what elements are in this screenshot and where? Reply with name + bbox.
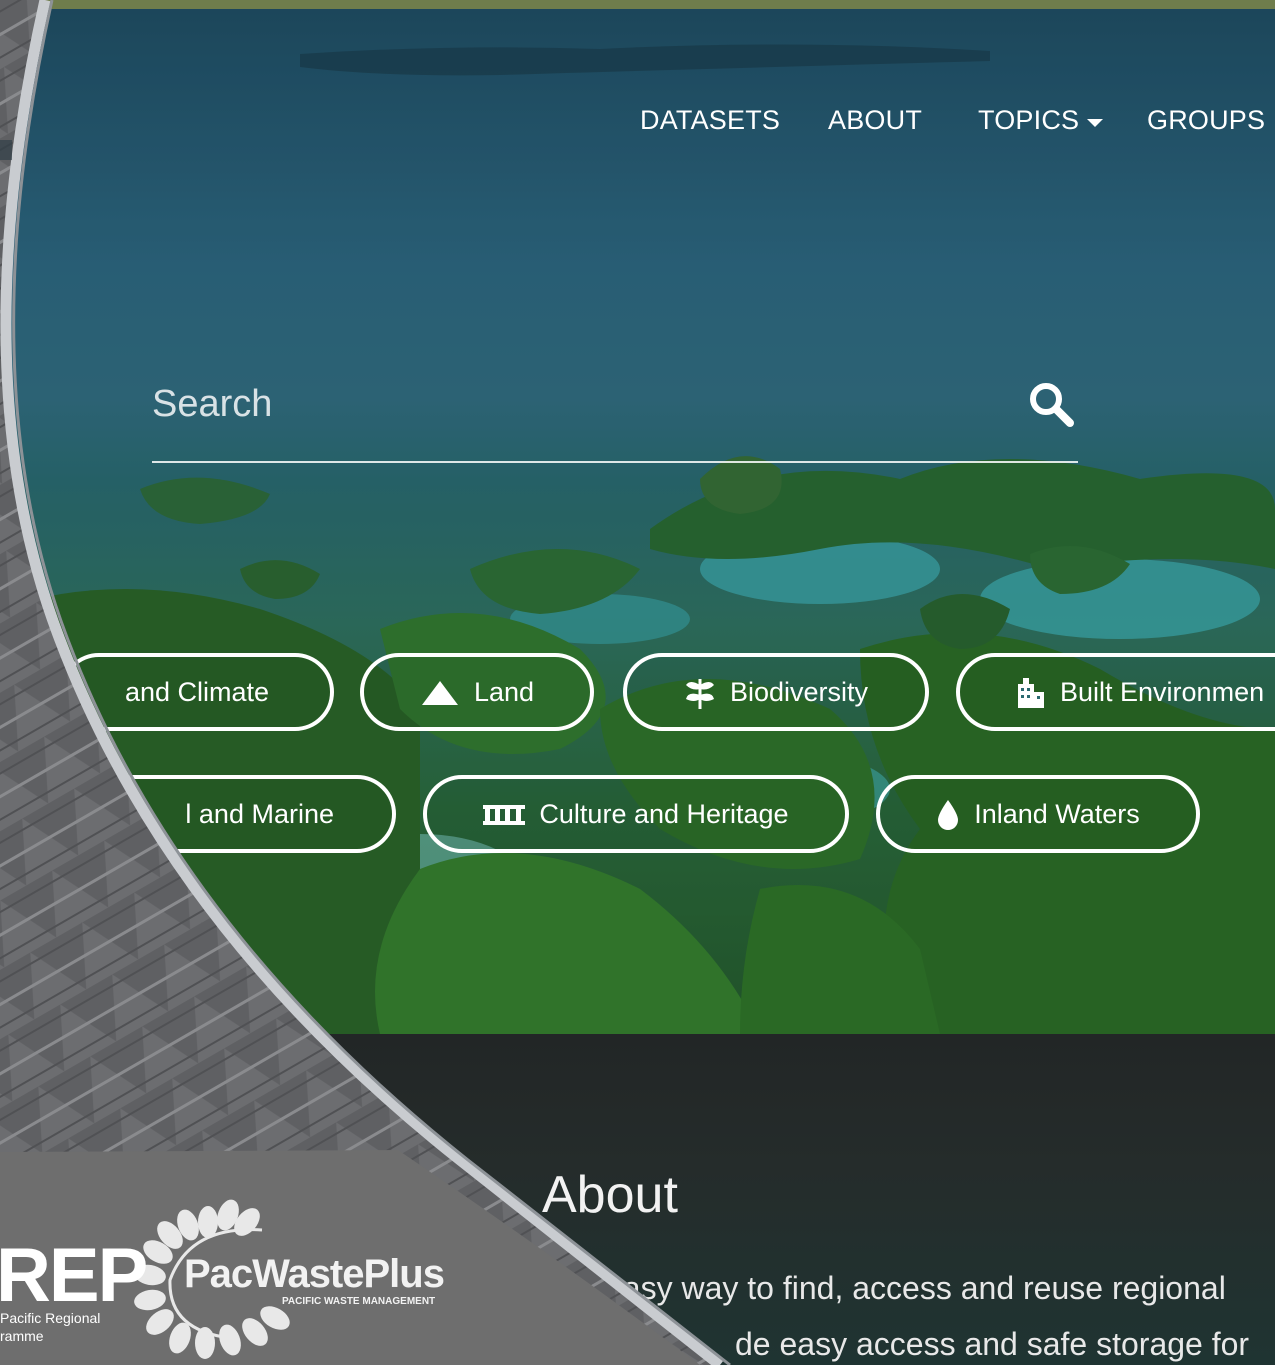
srep-subtitle-1: Pacific Regional (0, 1310, 101, 1326)
pacwasteplus-subtitle: PACIFIC WASTE MANAGEMENT (282, 1296, 436, 1307)
srep-subtitle-2: ramme (0, 1328, 44, 1344)
page: DATASETS ABOUT TOPICS GROUPS and Climate… (0, 0, 1275, 1365)
pacwasteplus-logo-text: PacWastePlus (184, 1252, 445, 1296)
slide-overlay-panel (0, 0, 731, 1365)
srep-logo: REP (0, 1233, 148, 1318)
